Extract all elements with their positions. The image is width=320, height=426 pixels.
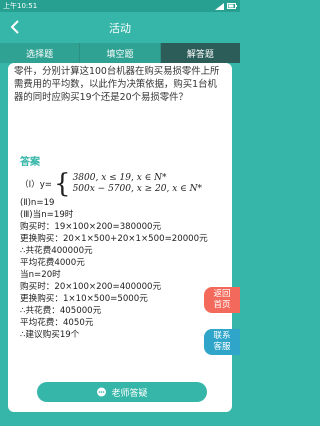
solution-line: (Ⅱ)n=19 xyxy=(20,198,55,208)
solution-line: 当n=20时 xyxy=(20,270,61,280)
signal-icon xyxy=(215,2,224,10)
solution-line: (Ⅲ)当n=19时 xyxy=(20,210,74,220)
solution-line: 平均花费4000元 xyxy=(20,258,85,268)
back-to-home-button[interactable]: 返回 首页 xyxy=(204,287,240,313)
formula-case-1: 3800, x ≤ 19, x ∈ N* xyxy=(72,173,167,183)
back-button[interactable] xyxy=(6,18,24,36)
formula-prefix: （Ⅰ）y= xyxy=(20,180,53,190)
status-icons xyxy=(215,2,237,10)
piecewise-formula: （Ⅰ）y= { 3800, x ≤ 19, x ∈ N* 500x − 5700… xyxy=(20,171,218,197)
solution-line: ∴建议购买19个 xyxy=(20,330,80,340)
battery-icon xyxy=(227,3,237,9)
contact-support-button[interactable]: 联系 客服 xyxy=(204,329,240,355)
status-bar: 上午10:51 xyxy=(0,0,240,12)
question-card: 零件，分别计算这100台机器在购买易损零件上所需费用的平均数，以此作为决策依据，… xyxy=(8,63,232,412)
solution-line: 平均花费：4050元 xyxy=(20,318,94,328)
solution-line: 更换购买：20×1×500+20×1×500=20000元 xyxy=(20,234,208,244)
answer-heading: 答案 xyxy=(20,157,40,168)
chevron-left-icon xyxy=(10,20,19,34)
page-title: 活动 xyxy=(109,21,131,35)
contact-support-label: 联系 客服 xyxy=(213,331,231,352)
brace-icon: { xyxy=(54,169,71,199)
tab-bar: 选择题 填空题 解答题 xyxy=(0,43,240,63)
solution-line: 更换购买：1×10×500=5000元 xyxy=(20,294,148,304)
solution-line: ∴共花费：405000元 xyxy=(20,306,102,316)
solution-line: 购买时：19×100×200=380000元 xyxy=(20,222,162,232)
tab-fill-blank[interactable]: 填空题 xyxy=(80,43,161,63)
formula-cases: 3800, x ≤ 19, x ∈ N* 500x − 5700, x ≥ 20… xyxy=(73,173,203,195)
solution-line: 购买时：20×100×200=400000元 xyxy=(20,282,162,292)
solution-body: （Ⅰ）y= { 3800, x ≤ 19, x ∈ N* 500x − 5700… xyxy=(20,171,218,341)
ask-teacher-button[interactable]: 老师答疑 xyxy=(37,382,207,402)
formula-case-2: 500x − 5700, x ≥ 20, x ∈ N* xyxy=(72,184,203,194)
solution-line: ∴共花费400000元 xyxy=(20,246,93,256)
tab-solution[interactable]: 解答题 xyxy=(160,43,240,63)
tab-multiple-choice[interactable]: 选择题 xyxy=(0,43,81,63)
question-text: 零件，分别计算这100台机器在购买易损零件上所需费用的平均数，以此作为决策依据，… xyxy=(14,66,220,103)
bottom-bar xyxy=(0,418,240,426)
chat-bubble-icon xyxy=(97,387,107,396)
status-time: 上午10:51 xyxy=(3,2,38,10)
back-to-home-label: 返回 首页 xyxy=(213,289,231,310)
nav-bar: 活动 xyxy=(0,12,240,43)
ask-teacher-label: 老师答疑 xyxy=(111,388,148,399)
